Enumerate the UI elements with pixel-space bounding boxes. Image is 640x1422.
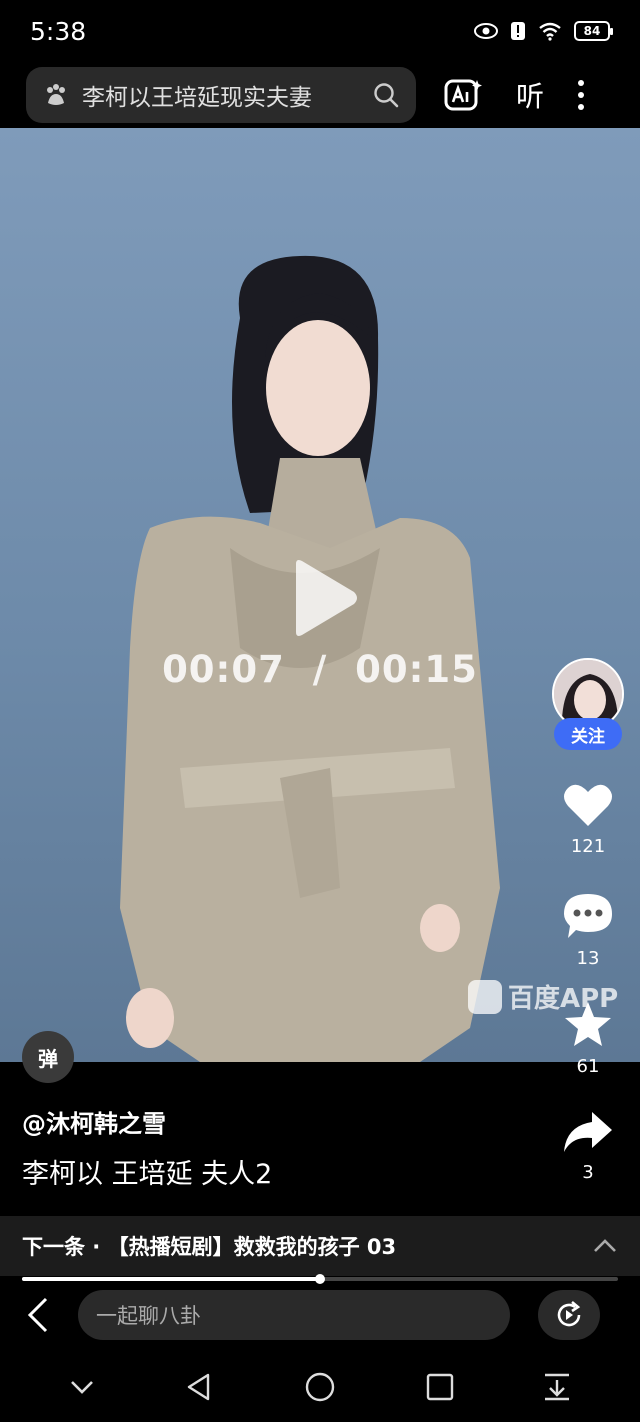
danmu-label: 弹 — [38, 1046, 58, 1071]
search-query: 李柯以王培延现实夫妻 — [82, 85, 312, 111]
back-arrow-icon[interactable] — [26, 1296, 50, 1334]
favorite-count: 61 — [576, 1056, 600, 1077]
more-options-icon[interactable] — [578, 80, 585, 110]
share-arrow-icon — [564, 1112, 612, 1152]
nav-download-icon[interactable] — [543, 1372, 571, 1402]
like-button[interactable]: 121 — [548, 782, 628, 857]
progress-fill — [22, 1277, 320, 1281]
baidu-logo-icon — [468, 979, 502, 1014]
search-box[interactable]: 李柯以王培延现实夫妻 — [26, 67, 416, 123]
video-progress-bar[interactable] — [22, 1274, 618, 1284]
next-video-text: 下一条 · 【热播短剧】救救我的孩子 03 — [22, 1235, 397, 1259]
comment-bubble-icon — [564, 894, 612, 938]
alert-icon — [511, 22, 525, 40]
ai-icon[interactable] — [444, 78, 482, 112]
favorite-button[interactable]: 61 — [548, 1000, 628, 1077]
system-nav-bar — [0, 1352, 640, 1422]
heart-icon — [564, 784, 612, 826]
author-name[interactable]: @沐柯韩之雪 — [22, 1104, 166, 1139]
follow-label: 关注 — [571, 726, 605, 747]
comment-input[interactable]: 一起聊八卦 — [78, 1290, 510, 1340]
share-button[interactable]: 3 — [548, 1110, 628, 1183]
nav-home-icon[interactable] — [304, 1371, 336, 1403]
status-bar: 5:38 84 — [0, 0, 640, 62]
top-bar: 李柯以王培延现实夫妻 听 — [0, 62, 640, 128]
star-icon — [565, 1002, 611, 1046]
search-icon[interactable] — [372, 81, 400, 109]
comment-button[interactable]: 13 — [548, 892, 628, 969]
play-icon[interactable] — [290, 558, 360, 638]
comment-count: 13 — [576, 948, 600, 969]
chevron-up-icon[interactable] — [592, 1238, 618, 1254]
comment-placeholder: 一起聊八卦 — [96, 1304, 201, 1328]
wifi-icon — [539, 22, 561, 41]
follow-button[interactable]: 关注 — [554, 718, 622, 750]
comment-bar: 一起聊八卦 — [0, 1287, 640, 1343]
baidu-paw-icon — [47, 84, 65, 105]
next-video-bar[interactable]: 下一条 · 【热播短剧】救救我的孩子 03 — [0, 1216, 640, 1276]
chevron-down-icon[interactable] — [69, 1379, 95, 1395]
nav-back-icon[interactable] — [184, 1372, 214, 1402]
listen-button[interactable]: 听 — [516, 75, 544, 115]
time-separator: / — [312, 648, 328, 691]
current-time: 00:07 — [162, 648, 285, 691]
eye-icon — [474, 23, 498, 39]
battery-indicator: 84 — [574, 21, 613, 41]
like-count: 121 — [570, 836, 606, 857]
status-time: 5:38 — [30, 16, 87, 46]
duration: 00:15 — [355, 648, 478, 691]
top-actions: 听 — [444, 75, 585, 115]
replay-button[interactable] — [538, 1290, 600, 1340]
replay-icon — [557, 1301, 581, 1327]
status-icons: 84 — [474, 21, 613, 41]
time-readout: 00:07 / 00:15 — [0, 648, 640, 691]
share-count: 3 — [582, 1162, 594, 1183]
video-caption: 李柯以 王培延 夫人2 — [22, 1159, 273, 1190]
video-player[interactable]: 00:07 / 00:15 百度APP — [0, 128, 640, 1062]
progress-knob[interactable] — [315, 1274, 325, 1284]
danmu-toggle-button[interactable]: 弹 — [22, 1031, 74, 1083]
nav-recents-icon[interactable] — [426, 1373, 454, 1401]
